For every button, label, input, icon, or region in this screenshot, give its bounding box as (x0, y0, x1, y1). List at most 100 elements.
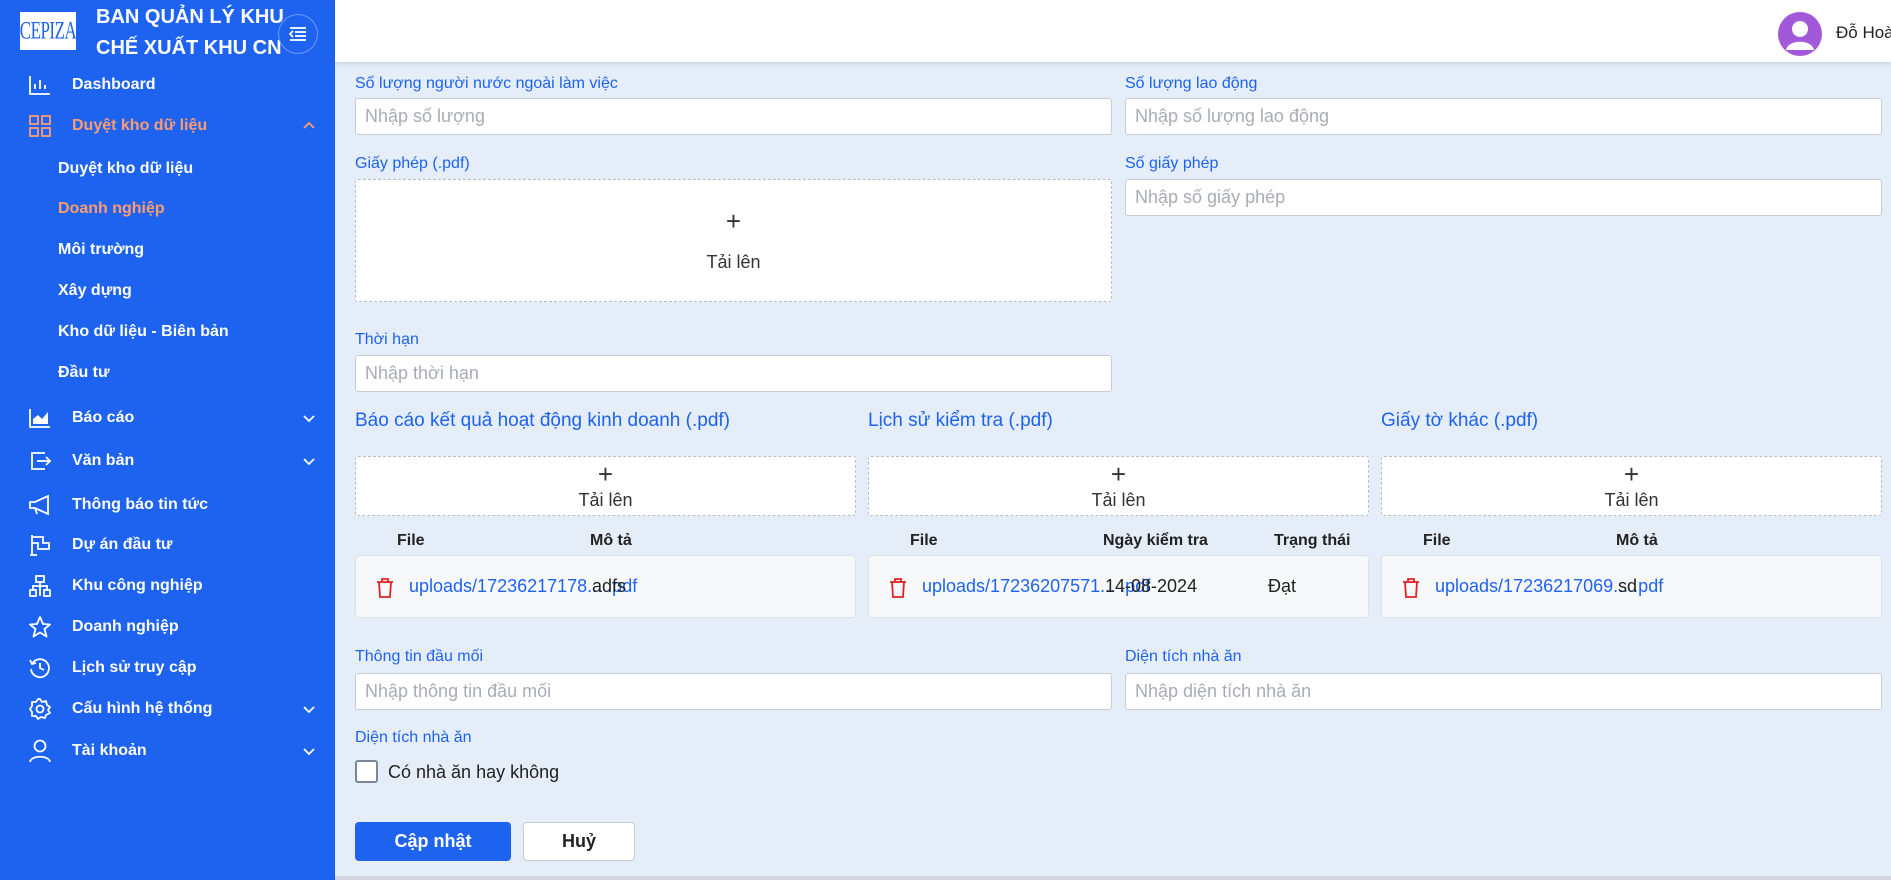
column-header-status: Trạng thái (1274, 532, 1351, 549)
inspection-date: 14-08-2024 (1105, 576, 1198, 596)
update-button[interactable]: Cập nhật (355, 822, 511, 861)
sidebar-item-label: Doanh nghiệp (72, 618, 179, 635)
delete-icon[interactable] (889, 578, 907, 598)
sidebar-item-label: Duyệt kho dữ liệu (72, 117, 208, 134)
sidebar: CEPIZA BAN QUẢN LÝ KHU CHẾ XUẤT KHU CN D… (0, 0, 335, 880)
sidebar-item-label: Lịch sử truy cập (72, 659, 197, 676)
sidebar-item-label: Văn bản (72, 452, 135, 469)
sidebar-item-dashboard[interactable]: Dashboard (0, 65, 335, 105)
brand-logo-text: CEPIZA (19, 16, 77, 45)
sidebar-item-data-review[interactable]: Duyệt kho dữ liệu (0, 106, 335, 146)
plus-icon: + (597, 459, 614, 489)
user-name[interactable]: Đỗ Hoà (1836, 23, 1891, 43)
sidebar-item-system-config[interactable]: Cấu hình hệ thống (0, 689, 335, 729)
history-icon (28, 656, 52, 680)
table-row: uploads/17236217069... .pdf sd (1381, 555, 1882, 618)
term-input[interactable] (355, 355, 1112, 392)
delete-icon[interactable] (1402, 578, 1420, 598)
chevron-down-icon (303, 706, 315, 714)
workers-label: Số lượng lao động (1125, 75, 1258, 92)
sidebar-item-documents[interactable]: Văn bản (0, 441, 335, 481)
sidebar-item-label: Tài khoản (72, 742, 147, 759)
upload-label: Tải lên (1091, 490, 1146, 510)
sidebar-item-projects[interactable]: Dự án đầu tư (0, 525, 335, 565)
upload-label: Tải lên (578, 490, 633, 510)
sidebar-subitem-minutes[interactable]: Kho dữ liệu - Biên bản (58, 323, 229, 341)
inspection-status: Đạt (1268, 576, 1297, 596)
grid-icon (28, 114, 52, 138)
business-report-upload[interactable]: + Tải lên (355, 456, 856, 516)
plus-icon: + (1623, 459, 1640, 489)
chevron-down-icon (303, 415, 315, 423)
cancel-button[interactable]: Huỷ (523, 822, 635, 861)
canteen-area-label: Diện tích nhà ăn (1125, 648, 1242, 665)
has-canteen-checkbox[interactable] (355, 760, 378, 783)
file-description: adfs (592, 576, 627, 596)
other-docs-upload[interactable]: + Tải lên (1381, 456, 1882, 516)
table-row: uploads/17236217178... .pdf adfs (355, 555, 856, 618)
column-header-description: Mô tả (590, 532, 632, 549)
sidebar-subitem-construction[interactable]: Xây dựng (58, 282, 132, 300)
column-header-inspection-date: Ngày kiểm tra (1103, 532, 1208, 549)
plus-icon: + (725, 206, 742, 236)
column-header-file: File (910, 532, 938, 549)
license-no-label: Số giấy phép (1125, 155, 1219, 172)
chevron-down-icon (303, 748, 315, 756)
upload-label: Tải lên (706, 252, 761, 272)
canteen-area-input[interactable] (1125, 673, 1882, 710)
sidebar-item-label: Cấu hình hệ thống (72, 700, 213, 717)
top-header (335, 0, 1891, 62)
term-label: Thời hạn (355, 331, 419, 348)
column-header-description: Mô tả (1616, 532, 1658, 549)
megaphone-icon (28, 493, 52, 517)
cluster-icon (28, 574, 52, 598)
sidebar-item-reports[interactable]: Báo cáo (0, 398, 335, 438)
license-upload-dropzone[interactable]: + Tải lên (355, 179, 1112, 302)
sidebar-item-enterprises[interactable]: Doanh nghiệp (0, 607, 335, 647)
brand-logo[interactable]: CEPIZA (18, 10, 78, 52)
delete-icon[interactable] (376, 578, 394, 598)
sidebar-subitem-investment[interactable]: Đầu tư (58, 364, 110, 382)
sidebar-subitem-enterprise[interactable]: Doanh nghiệp (58, 200, 165, 218)
foreign-workers-input[interactable] (355, 98, 1112, 135)
horizontal-scrollbar[interactable] (335, 876, 1891, 880)
menu-collapse-button[interactable] (278, 14, 318, 54)
inspection-history-upload[interactable]: + Tải lên (868, 456, 1369, 516)
canteen-check-label: Diện tích nhà ăn (355, 729, 472, 746)
sidebar-item-account[interactable]: Tài khoản (0, 731, 335, 771)
sidebar-item-label: Khu công nghiệp (72, 577, 203, 594)
avatar[interactable] (1778, 12, 1822, 56)
user-icon (28, 739, 52, 763)
business-report-title: Báo cáo kết quả hoạt động kinh doanh (.p… (355, 410, 730, 431)
workers-input[interactable] (1125, 98, 1882, 135)
chevron-down-icon (303, 458, 315, 466)
sidebar-item-label: Thông báo tin tức (72, 496, 209, 513)
table-row: uploads/17236207571... .pdf 14-08-2024 Đ… (868, 555, 1369, 618)
export-icon (28, 449, 52, 473)
bar-chart-icon (28, 73, 52, 97)
contact-label: Thông tin đầu mối (355, 648, 484, 665)
chevron-up-icon (303, 121, 315, 129)
user-avatar-icon (1786, 21, 1814, 50)
sidebar-item-access-history[interactable]: Lịch sử truy cập (0, 648, 335, 688)
sidebar-item-label: Dự án đầu tư (72, 536, 173, 553)
upload-label: Tải lên (1604, 490, 1659, 510)
brand-title: BAN QUẢN LÝ KHU CHẾ XUẤT KHU CN (96, 6, 284, 59)
area-chart-icon (28, 406, 52, 430)
sidebar-item-industrial-zones[interactable]: Khu công nghiệp (0, 566, 335, 606)
column-header-file: File (1423, 532, 1451, 549)
contact-input[interactable] (355, 673, 1112, 710)
gear-icon (28, 697, 52, 721)
flag-icon (28, 533, 52, 557)
sidebar-subitem-environment[interactable]: Môi trường (58, 241, 144, 259)
file-description: sd (1618, 576, 1638, 596)
has-canteen-checkbox-label[interactable]: Có nhà ăn hay không (388, 762, 559, 783)
plus-icon: + (1110, 459, 1127, 489)
menu-fold-icon (289, 27, 306, 41)
license-no-input[interactable] (1125, 179, 1882, 216)
star-icon (28, 615, 52, 639)
sidebar-item-label: Báo cáo (72, 409, 135, 426)
sidebar-item-news[interactable]: Thông báo tin tức (0, 485, 335, 525)
sidebar-subitem-data-review[interactable]: Duyệt kho dữ liệu (58, 160, 193, 178)
license-file-label: Giấy phép (.pdf) (355, 155, 470, 172)
